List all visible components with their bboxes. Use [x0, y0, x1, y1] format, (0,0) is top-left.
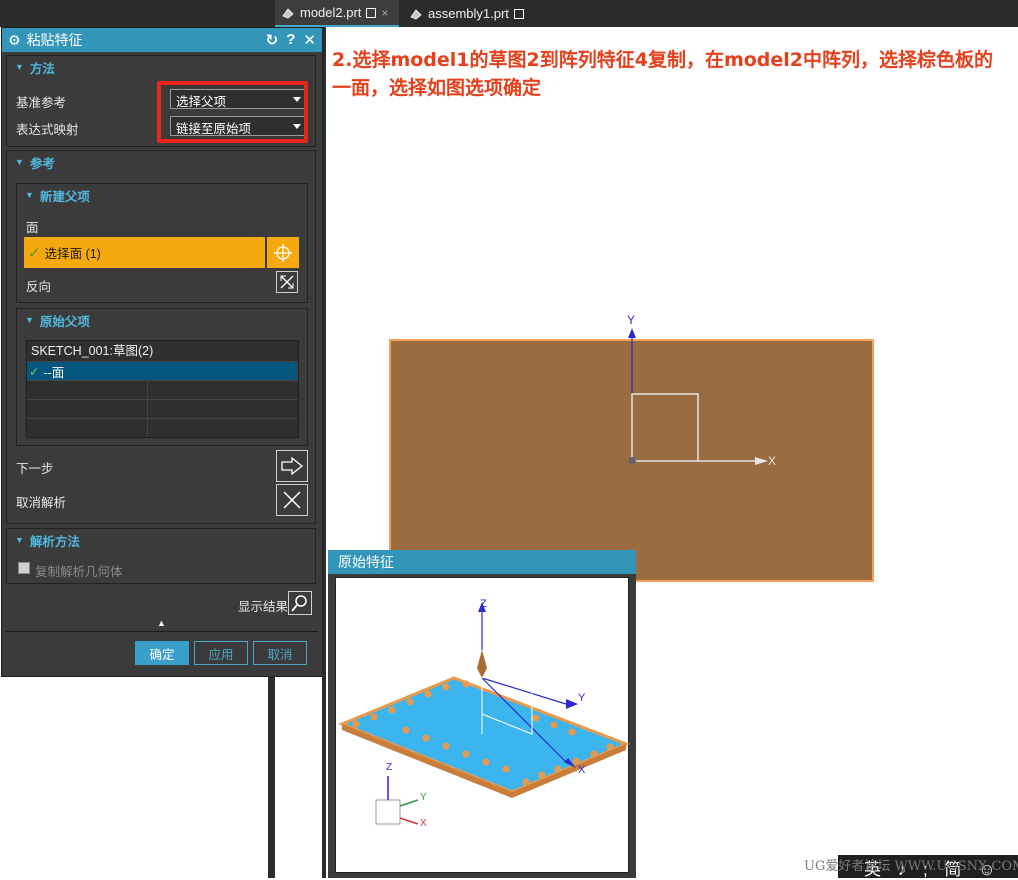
cancel-button[interactable]: 取消 — [253, 641, 307, 665]
crosshair-icon — [274, 243, 292, 262]
undock-icon[interactable] — [513, 8, 524, 19]
check-icon: ✓ — [28, 244, 41, 262]
check-icon: ✓ — [29, 364, 40, 379]
tab-model2[interactable]: model2.prt × — [275, 0, 399, 27]
triad-x-label: X — [420, 818, 427, 829]
copy-geometry-checkbox[interactable] — [18, 562, 30, 574]
gear-icon: ⚙ — [8, 31, 21, 48]
divider — [268, 676, 275, 878]
triad-y-label: Y — [420, 792, 427, 803]
cancel-parse-button[interactable] — [276, 484, 308, 516]
watermark: UG爱好者论坛 WWW.UGSNX.COM — [804, 859, 1018, 874]
reference-group-header[interactable]: ▼ 参考 — [7, 151, 315, 173]
table-row[interactable] — [27, 418, 298, 437]
dialog-title: 粘贴特征 — [26, 32, 83, 48]
assembly-file-icon — [410, 8, 422, 19]
axis-x-label: X — [578, 764, 586, 776]
divider — [6, 631, 318, 632]
reset-icon[interactable]: ↻ — [266, 31, 279, 49]
face-label: 面 — [26, 221, 39, 235]
collapse-icon[interactable]: ▼ — [15, 535, 24, 545]
table-row[interactable] — [27, 399, 298, 418]
collapse-icon[interactable]: ▼ — [25, 190, 34, 200]
axis-y-label: Y — [578, 692, 586, 704]
dialog-title-bar[interactable]: ⚙ 粘贴特征 ↻ ? ✕ — [2, 28, 322, 52]
show-result-button[interactable] — [288, 591, 312, 615]
table-header: SKETCH_001:草图(2) — [31, 344, 154, 358]
apply-button[interactable]: 应用 — [194, 641, 248, 665]
crosshair-button[interactable] — [267, 237, 299, 268]
arrow-right-icon — [281, 457, 303, 475]
reverse-direction-button[interactable] — [276, 271, 298, 293]
preview-canvas: Z Y X Z Y X — [335, 577, 631, 873]
magnifier-icon — [291, 595, 307, 612]
copy-geometry-label: 复制解析几何体 — [35, 565, 123, 579]
axis-x-label: X — [768, 454, 777, 468]
help-icon[interactable]: ? — [286, 31, 295, 49]
highlight-box — [157, 81, 308, 143]
table-row[interactable]: ✓ --面 — [27, 361, 298, 380]
ref-label: 基准参考 — [16, 96, 67, 110]
next-step-label: 下一步 — [16, 462, 54, 476]
close-icon[interactable]: × — [381, 6, 388, 20]
next-step-button[interactable] — [276, 450, 308, 482]
reverse-label: 反向 — [26, 280, 52, 294]
original-parent-table[interactable]: SKETCH_001:草图(2) ✓ --面 — [26, 340, 299, 438]
original-feature-preview: 原始特征 Z Y X Z Y X — [328, 550, 636, 878]
instruction-annotation: 2.选择model1的草图2到阵列特征4复制，在model2中阵列，选择棕色板的… — [332, 49, 994, 99]
close-icon — [283, 491, 301, 509]
reverse-arrows-icon — [280, 275, 294, 289]
popup-title: 原始特征 — [328, 550, 636, 574]
table-row[interactable] — [27, 380, 298, 399]
axis-z-label: Z — [480, 598, 487, 610]
original-parent-header[interactable]: ▼ 原始父项 — [17, 309, 307, 331]
select-face-field[interactable]: ✓ 选择面 (1) — [24, 237, 265, 268]
collapse-icon[interactable]: ▼ — [15, 62, 24, 72]
part-file-icon — [282, 7, 294, 18]
parse-method-header[interactable]: ▼ 解析方法 — [7, 529, 315, 551]
triad-z-label: Z — [386, 762, 393, 773]
tab-assembly1[interactable]: assembly1.prt — [403, 0, 533, 27]
expr-label: 表达式映射 — [16, 123, 79, 137]
expand-more-icon[interactable]: ▲ — [157, 618, 166, 628]
cancel-parse-label: 取消解析 — [16, 496, 67, 510]
method-group-header[interactable]: ▼ 方法 — [7, 56, 315, 78]
axis-y-label: Y — [627, 313, 636, 327]
ok-button[interactable]: 确定 — [135, 641, 189, 665]
file-tab-bar: model2.prt × assembly1.prt — [0, 0, 1018, 27]
tab-label: assembly1.prt — [428, 6, 509, 21]
new-parent-header[interactable]: ▼ 新建父项 — [17, 184, 307, 206]
show-result-label: 显示结果 — [238, 600, 289, 614]
tab-label: model2.prt — [300, 5, 362, 20]
collapse-icon[interactable]: ▼ — [15, 157, 24, 167]
undock-icon[interactable] — [366, 7, 377, 18]
close-icon[interactable]: ✕ — [303, 31, 316, 49]
collapse-icon[interactable]: ▼ — [25, 315, 34, 325]
preview-3d-view — [338, 602, 631, 825]
